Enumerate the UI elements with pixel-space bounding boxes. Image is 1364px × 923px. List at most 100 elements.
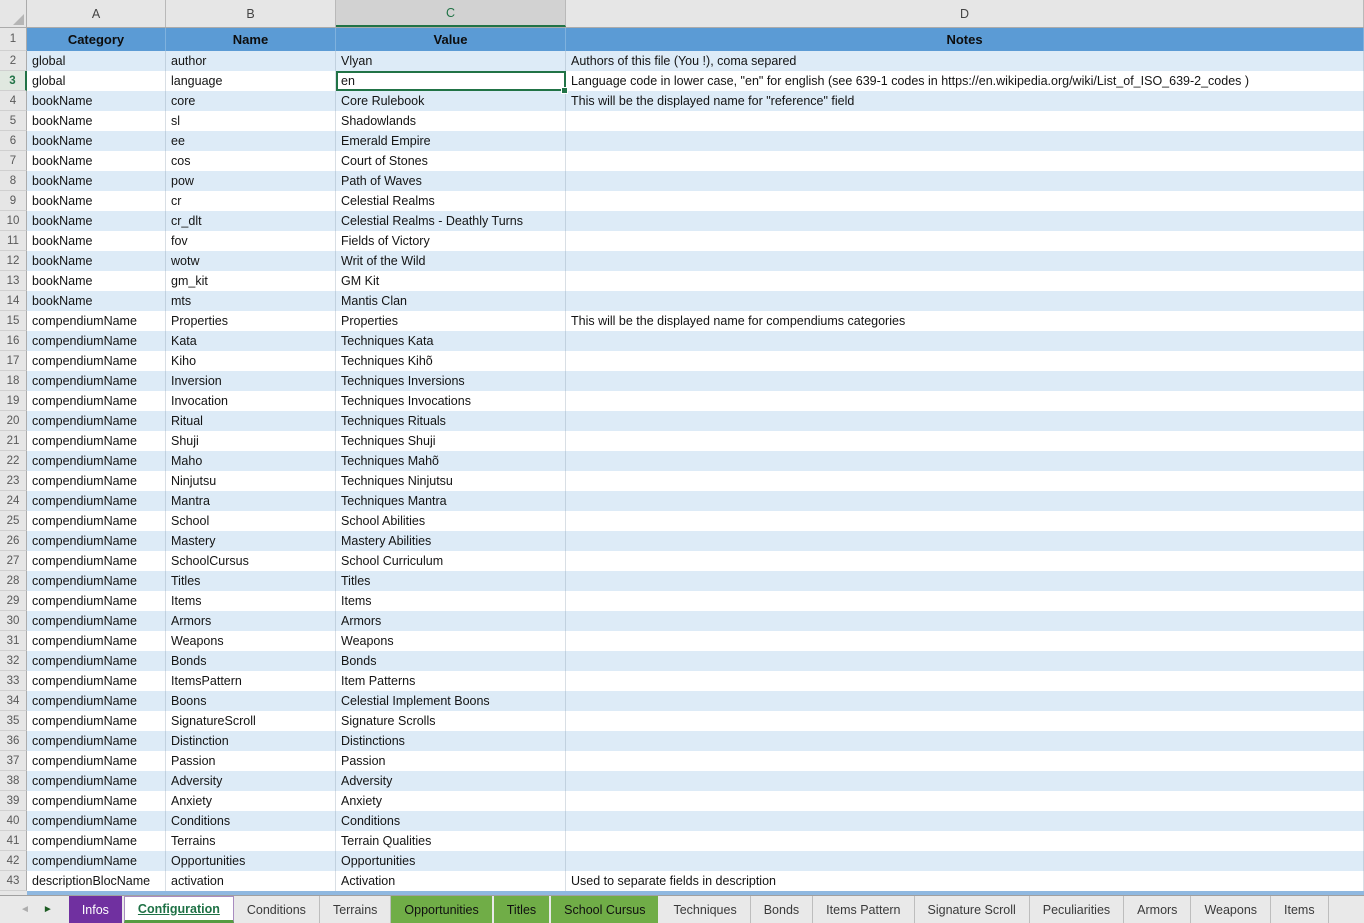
cell-A25[interactable]: compendiumName [27,511,166,531]
row-number-27[interactable]: 27 [0,551,27,571]
cell-B32[interactable]: Bonds [166,651,336,671]
cell-D13[interactable] [566,271,1364,291]
cell-A35[interactable]: compendiumName [27,711,166,731]
row-number-42[interactable]: 42 [0,851,27,871]
cell-A32[interactable]: compendiumName [27,651,166,671]
cell-D19[interactable] [566,391,1364,411]
row-number-40[interactable]: 40 [0,811,27,831]
column-header-C[interactable]: C [336,0,566,27]
cell-B35[interactable]: SignatureScroll [166,711,336,731]
sheet-tab-conditions[interactable]: Conditions [234,896,320,923]
cell-C38[interactable]: Adversity [336,771,566,791]
row-number-15[interactable]: 15 [0,311,27,331]
row-number-23[interactable]: 23 [0,471,27,491]
row-number-1[interactable]: 1 [0,28,27,51]
cell-C16[interactable]: Techniques Kata [336,331,566,351]
cell-B25[interactable]: School [166,511,336,531]
next-sheet-arrow-icon[interactable]: ► [43,905,53,915]
cell-B10[interactable]: cr_dlt [166,211,336,231]
cell-C5[interactable]: Shadowlands [336,111,566,131]
cell-D37[interactable] [566,751,1364,771]
cell-A31[interactable]: compendiumName [27,631,166,651]
cell-C21[interactable]: Techniques Shuji [336,431,566,451]
cell-B39[interactable]: Anxiety [166,791,336,811]
cell-C34[interactable]: Celestial Implement Boons [336,691,566,711]
cell-A37[interactable]: compendiumName [27,751,166,771]
cell-A29[interactable]: compendiumName [27,591,166,611]
cell-C4[interactable]: Core Rulebook [336,91,566,111]
cell-D6[interactable] [566,131,1364,151]
cell-D10[interactable] [566,211,1364,231]
cell-B36[interactable]: Distinction [166,731,336,751]
cell-C35[interactable]: Signature Scrolls [336,711,566,731]
cell-B14[interactable]: mts [166,291,336,311]
row-number-22[interactable]: 22 [0,451,27,471]
cell-B29[interactable]: Items [166,591,336,611]
cell-B33[interactable]: ItemsPattern [166,671,336,691]
sheet-tab-techniques[interactable]: Techniques [660,896,750,923]
cell-A16[interactable]: compendiumName [27,331,166,351]
cell-C30[interactable]: Armors [336,611,566,631]
cell-A14[interactable]: bookName [27,291,166,311]
cell-C2[interactable]: Vlyan [336,51,566,71]
cell-C23[interactable]: Techniques Ninjutsu [336,471,566,491]
column-header-B[interactable]: B [166,0,336,27]
row-number-26[interactable]: 26 [0,531,27,551]
cell-A36[interactable]: compendiumName [27,731,166,751]
sheet-tab-configuration[interactable]: Configuration [124,896,234,923]
cell-D9[interactable] [566,191,1364,211]
cell-D35[interactable] [566,711,1364,731]
cell-A17[interactable]: compendiumName [27,351,166,371]
cell-B5[interactable]: sl [166,111,336,131]
cell-D2[interactable]: Authors of this file (You !), coma separ… [566,51,1364,71]
cell-B17[interactable]: Kiho [166,351,336,371]
cell-C29[interactable]: Items [336,591,566,611]
cell-D43[interactable]: Used to separate fields in description [566,871,1364,891]
row-number-33[interactable]: 33 [0,671,27,691]
prev-sheet-arrow-icon[interactable]: ◄ [20,905,30,915]
cell-C27[interactable]: School Curriculum [336,551,566,571]
cell-D3[interactable]: Language code in lower case, "en" for en… [566,71,1364,91]
cell-D29[interactable] [566,591,1364,611]
fill-handle[interactable] [561,87,568,94]
cell-D15[interactable]: This will be the displayed name for comp… [566,311,1364,331]
cell-C40[interactable]: Conditions [336,811,566,831]
row-number-28[interactable]: 28 [0,571,27,591]
cell-A10[interactable]: bookName [27,211,166,231]
row-number-14[interactable]: 14 [0,291,27,311]
row-number-5[interactable]: 5 [0,111,27,131]
cell-B7[interactable]: cos [166,151,336,171]
cell-B43[interactable]: activation [166,871,336,891]
cell-C11[interactable]: Fields of Victory [336,231,566,251]
cell-D33[interactable] [566,671,1364,691]
row-number-3[interactable]: 3 [0,71,27,91]
cell-B21[interactable]: Shuji [166,431,336,451]
row-number-31[interactable]: 31 [0,631,27,651]
cell-A23[interactable]: compendiumName [27,471,166,491]
cell-B2[interactable]: author [166,51,336,71]
cell-A15[interactable]: compendiumName [27,311,166,331]
sheet-tab-opportunities[interactable]: Opportunities [391,896,493,923]
cell-D38[interactable] [566,771,1364,791]
row-number-17[interactable]: 17 [0,351,27,371]
cell-B9[interactable]: cr [166,191,336,211]
row-number-35[interactable]: 35 [0,711,27,731]
cell-D7[interactable] [566,151,1364,171]
cell-C43[interactable]: Activation [336,871,566,891]
row-number-8[interactable]: 8 [0,171,27,191]
cell-A40[interactable]: compendiumName [27,811,166,831]
cell-B37[interactable]: Passion [166,751,336,771]
row-number-43[interactable]: 43 [0,871,27,891]
cell-A4[interactable]: bookName [27,91,166,111]
cell-A38[interactable]: compendiumName [27,771,166,791]
row-number-18[interactable]: 18 [0,371,27,391]
cell-A13[interactable]: bookName [27,271,166,291]
row-number-41[interactable]: 41 [0,831,27,851]
cell-A34[interactable]: compendiumName [27,691,166,711]
select-all-corner[interactable] [0,0,27,27]
cell-B40[interactable]: Conditions [166,811,336,831]
cell-A20[interactable]: compendiumName [27,411,166,431]
row-number-38[interactable]: 38 [0,771,27,791]
cell-C39[interactable]: Anxiety [336,791,566,811]
cell-D25[interactable] [566,511,1364,531]
